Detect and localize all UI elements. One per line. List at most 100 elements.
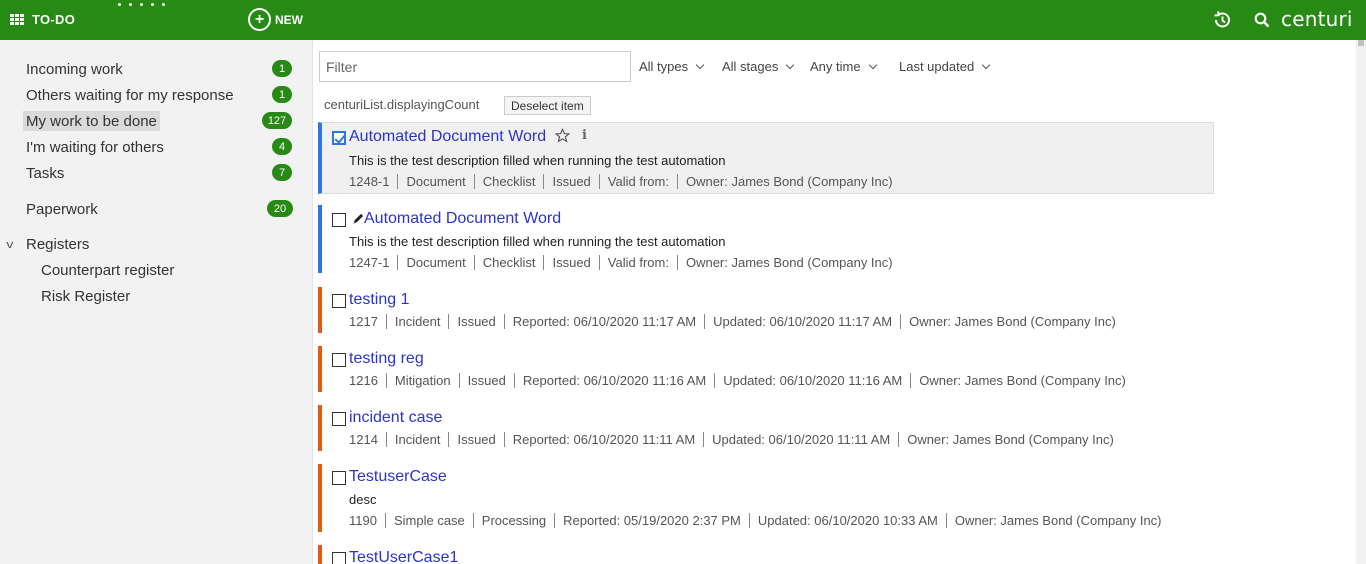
plus-circle-icon: +: [248, 8, 271, 31]
sidebar-item-tasks[interactable]: Tasks: [26, 163, 64, 183]
list-item[interactable]: testing reg 1216 Mitigation Issued Repor…: [318, 346, 1214, 392]
item-description: This is the test description filled when…: [349, 234, 726, 249]
item-checkbox[interactable]: [332, 412, 346, 426]
item-checkbox[interactable]: [332, 213, 346, 227]
list-item[interactable]: Automated Document Word i This is the te…: [318, 122, 1214, 194]
meta-field: Owner: James Bond (Company Inc): [945, 513, 1170, 528]
meta-field: Valid from:: [598, 174, 677, 189]
meta-field: Reported: 06/10/2020 11:17 AM: [503, 314, 704, 329]
item-meta: 1214 Incident Issued Reported: 06/10/202…: [349, 432, 1122, 447]
count-badge: 7: [272, 164, 292, 181]
list-item[interactable]: Automated Document Word This is the test…: [318, 205, 1214, 273]
item-checkbox[interactable]: [332, 131, 346, 145]
sidebar-item-others-waiting[interactable]: Others waiting for my response: [26, 85, 234, 105]
deselect-item-button[interactable]: Deselect item: [504, 96, 591, 115]
meta-field: Owner: James Bond (Company Inc): [676, 174, 901, 189]
item-title[interactable]: testing reg: [349, 350, 424, 368]
registers-label: Registers: [26, 236, 90, 253]
item-checkbox[interactable]: [332, 552, 346, 564]
item-title[interactable]: incident case: [349, 409, 442, 427]
count-badge: 20: [267, 200, 293, 217]
meta-field: Issued: [448, 314, 503, 329]
chevron-down-icon: [868, 60, 877, 69]
meta-field: 1216: [349, 373, 378, 388]
list-item[interactable]: TestUserCase1: [318, 545, 1214, 564]
info-icon[interactable]: i: [582, 128, 587, 143]
list-item[interactable]: TestuserCase desc 1190 Simple case Proce…: [318, 464, 1214, 532]
item-meta: 1247-1 Document Checklist Issued Valid f…: [349, 255, 901, 270]
meta-field: Updated: 06/10/2020 10:33 AM: [748, 513, 946, 528]
meta-field: Owner: James Bond (Company Inc): [910, 373, 1134, 388]
item-checkbox[interactable]: [332, 353, 346, 367]
star-icon[interactable]: [555, 128, 570, 143]
count-badge: 1: [272, 86, 292, 103]
stages-label: All stages: [722, 59, 779, 74]
sidebar: Incoming work 1 Others waiting for my re…: [0, 40, 313, 564]
meta-field: 1247-1: [349, 255, 390, 270]
item-meta: 1190 Simple case Processing Reported: 05…: [349, 513, 1170, 528]
types-label: All types: [639, 59, 689, 74]
meta-field: Document: [397, 174, 473, 189]
meta-field: 1248-1: [349, 174, 390, 189]
meta-field: Issued: [543, 255, 598, 270]
meta-field: Mitigation: [385, 373, 459, 388]
sidebar-item-my-work[interactable]: My work to be done: [23, 111, 160, 131]
meta-field: 1217: [349, 314, 378, 329]
meta-field: Issued: [458, 373, 514, 388]
count-badge: 127: [262, 112, 292, 129]
history-icon[interactable]: [1212, 10, 1232, 30]
page-scrollbar[interactable]: [1356, 40, 1366, 564]
todo-menu-button[interactable]: TO-DO: [10, 12, 75, 27]
new-label: NEW: [275, 12, 303, 27]
item-title[interactable]: TestuserCase: [349, 468, 447, 486]
sidebar-item-incoming-work[interactable]: Incoming work: [26, 59, 123, 79]
sort-label: Last updated: [899, 59, 975, 74]
list-item[interactable]: testing 1 1217 Incident Issued Reported:…: [318, 287, 1214, 333]
time-label: Any time: [810, 59, 861, 74]
meta-field: Reported: 05/19/2020 2:37 PM: [554, 513, 749, 528]
meta-field: Issued: [543, 174, 598, 189]
sidebar-item-counterpart-register[interactable]: Counterpart register: [41, 262, 174, 279]
meta-field: Owner: James Bond (Company Inc): [900, 314, 1124, 329]
displaying-count: centuriList.displayingCount: [324, 97, 480, 112]
meta-field: Incident: [385, 432, 449, 447]
item-title[interactable]: Automated Document Word: [364, 210, 561, 228]
chevron-down-icon: v: [6, 238, 14, 251]
meta-field: 1214: [349, 432, 378, 447]
page-scrollbar-thumb[interactable]: [1358, 40, 1364, 46]
item-meta: 1248-1 Document Checklist Issued Valid f…: [349, 174, 901, 189]
meta-field: Valid from:: [598, 255, 677, 270]
grid-menu-icon: [10, 13, 24, 26]
meta-field: Reported: 06/10/2020 11:16 AM: [513, 373, 714, 388]
filter-input[interactable]: [319, 51, 631, 82]
meta-field: Owner: James Bond (Company Inc): [898, 432, 1122, 447]
item-description: desc: [349, 492, 377, 507]
todo-label: TO-DO: [32, 12, 76, 27]
meta-field: Updated: 06/10/2020 11:16 AM: [714, 373, 910, 388]
meta-field: Checklist: [473, 255, 544, 270]
item-title[interactable]: Automated Document Word: [349, 128, 546, 146]
item-meta: 1217 Incident Issued Reported: 06/10/202…: [349, 314, 1124, 329]
meta-field: Checklist: [473, 174, 544, 189]
new-button[interactable]: + NEW: [248, 8, 303, 31]
registers-toggle[interactable]: v Registers: [6, 236, 90, 253]
item-checkbox[interactable]: [332, 294, 346, 308]
item-title[interactable]: TestUserCase1: [349, 549, 458, 564]
meta-field: Updated: 06/10/2020 11:17 AM: [704, 314, 900, 329]
sort-dropdown[interactable]: Last updated: [899, 59, 991, 74]
sidebar-item-paperwork[interactable]: Paperwork: [26, 199, 98, 219]
types-dropdown[interactable]: All types: [639, 59, 705, 74]
meta-field: Document: [397, 255, 473, 270]
item-description: This is the test description filled when…: [349, 153, 726, 168]
sidebar-item-waiting-for-others[interactable]: I'm waiting for others: [26, 137, 164, 157]
list-item[interactable]: incident case 1214 Incident Issued Repor…: [318, 405, 1214, 451]
item-title[interactable]: testing 1: [349, 291, 409, 309]
item-meta: 1216 Mitigation Issued Reported: 06/10/2…: [349, 373, 1134, 388]
meta-field: Updated: 06/10/2020 11:11 AM: [703, 432, 898, 447]
search-icon[interactable]: [1254, 12, 1270, 28]
stages-dropdown[interactable]: All stages: [722, 59, 795, 74]
drag-handle-dots[interactable]: [118, 0, 165, 8]
time-dropdown[interactable]: Any time: [810, 59, 877, 74]
sidebar-item-risk-register[interactable]: Risk Register: [41, 288, 130, 305]
item-checkbox[interactable]: [332, 471, 346, 485]
